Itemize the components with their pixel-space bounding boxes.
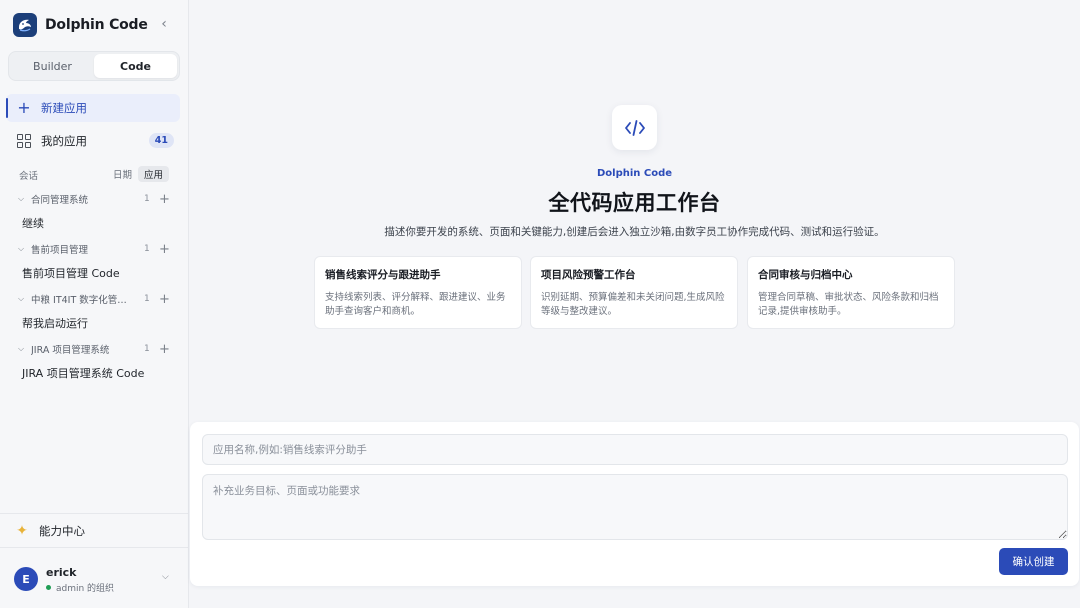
dolphin-logo-icon [13,13,37,37]
sort-by-app-button[interactable]: 应用 [137,166,169,182]
session-group-count: 1 [144,244,150,254]
template-card-title: 项目风险预警工作台 [541,269,636,281]
add-session-icon[interactable]: + [159,293,170,306]
user-profile[interactable]: E erick admin 的组织 ⌵ [0,547,189,608]
sidebar: Dolphin Code ‹ Builder Code + 新建应用 我的应用 … [0,0,189,608]
code-icon [612,105,657,150]
online-status-icon [46,585,51,590]
session-item[interactable]: JIRA 项目管理系统 Code [22,365,144,381]
collapse-sidebar-icon[interactable]: ‹ [156,15,172,33]
sort-by-date-button[interactable]: 日期 [107,166,138,182]
chevron-down-icon[interactable]: ⌵ [162,572,169,582]
sessions-header: 会话 日期 应用 [19,166,171,184]
grid-icon [17,134,31,148]
plus-icon: + [17,98,31,117]
new-app-label: 新建应用 [41,101,87,115]
main-panel: Dolphin Code 全代码应用工作台 描述你要开发的系统、页面和关键能力,… [189,0,1080,608]
ability-center-nav-item[interactable]: ✦ 能力中心 [0,513,189,547]
my-apps-count-badge: 41 [148,133,174,148]
session-item[interactable]: 售前项目管理 Code [22,265,120,281]
session-group-count: 1 [144,194,150,204]
add-session-icon[interactable]: + [159,343,170,356]
chevron-down-icon[interactable]: ⌵ [18,194,28,204]
hero-eyebrow: Dolphin Code [596,168,673,179]
my-apps-label: 我的应用 [41,134,87,148]
create-app-composer: 确认创建 [190,422,1079,586]
user-org: admin 的组织 [46,581,114,594]
template-card-description: 支持线索列表、评分解释、跟进建议、业务助手查询客户和商机。 [325,292,506,317]
new-app-button[interactable]: + 新建应用 [6,94,180,122]
template-card[interactable]: 项目风险预警工作台 识别延期、预算偏差和未关闭问题,生成风险等级与整改建议。 [530,256,738,329]
session-item[interactable]: 帮我启动运行 [22,315,88,331]
session-group-name[interactable]: 合同管理系统 [31,192,136,206]
template-card-description: 管理合同草稿、审批状态、风险条款和归档记录,提供审核助手。 [758,292,939,317]
session-group: ⌵ 合同管理系统 1 + [18,190,174,208]
template-card-title: 合同审核与归档中心 [758,269,853,281]
mode-switch: Builder Code [8,51,180,81]
sparkle-icon: ✦ [16,522,28,539]
page-title: 全代码应用工作台 [548,191,721,215]
user-name: erick [46,566,77,579]
session-group: ⌵ 售前项目管理 1 + [18,240,174,258]
session-item[interactable]: 继续 [22,215,44,231]
mode-builder-button[interactable]: Builder [11,54,94,78]
session-group-name[interactable]: 售前项目管理 [31,242,136,256]
mode-code-button[interactable]: Code [94,54,177,78]
session-sort-toggle: 日期 应用 [107,166,169,182]
template-card-title: 销售线索评分与跟进助手 [325,269,441,281]
template-card[interactable]: 合同审核与归档中心 管理合同草稿、审批状态、风险条款和归档记录,提供审核助手。 [747,256,955,329]
template-card-description: 识别延期、预算偏差和未关闭问题,生成风险等级与整改建议。 [541,292,725,317]
session-group-name[interactable]: 中粮 IT4IT 数字化管理平台 [31,292,136,306]
session-group-count: 1 [144,294,150,304]
my-apps-nav-item[interactable]: 我的应用 41 [6,128,180,154]
add-session-icon[interactable]: + [159,193,170,206]
user-org-label: admin 的组织 [56,584,115,594]
sessions-label: 会话 [19,171,39,182]
brand-name: Dolphin Code [45,17,148,33]
app-name-input[interactable] [202,434,1068,465]
session-group: ⌵ 中粮 IT4IT 数字化管理平台 1 + [18,290,174,308]
confirm-create-button[interactable]: 确认创建 [999,548,1068,575]
avatar: E [14,567,38,591]
add-session-icon[interactable]: + [159,243,170,256]
session-group-count: 1 [144,344,150,354]
brand[interactable]: Dolphin Code [13,13,148,37]
page-subtitle: 描述你要开发的系统、页面和关键能力,创建后会进入独立沙箱,由数字员工协作完成代码… [384,226,885,238]
requirements-textarea[interactable] [202,474,1068,540]
chevron-down-icon[interactable]: ⌵ [18,294,28,304]
session-group-name[interactable]: JIRA 项目管理系统 [31,342,136,356]
chevron-down-icon[interactable]: ⌵ [18,344,28,354]
session-group: ⌵ JIRA 项目管理系统 1 + [18,340,174,358]
chevron-down-icon[interactable]: ⌵ [18,244,28,254]
ability-center-label: 能力中心 [39,523,85,538]
template-card[interactable]: 销售线索评分与跟进助手 支持线索列表、评分解释、跟进建议、业务助手查询客户和商机… [314,256,522,329]
